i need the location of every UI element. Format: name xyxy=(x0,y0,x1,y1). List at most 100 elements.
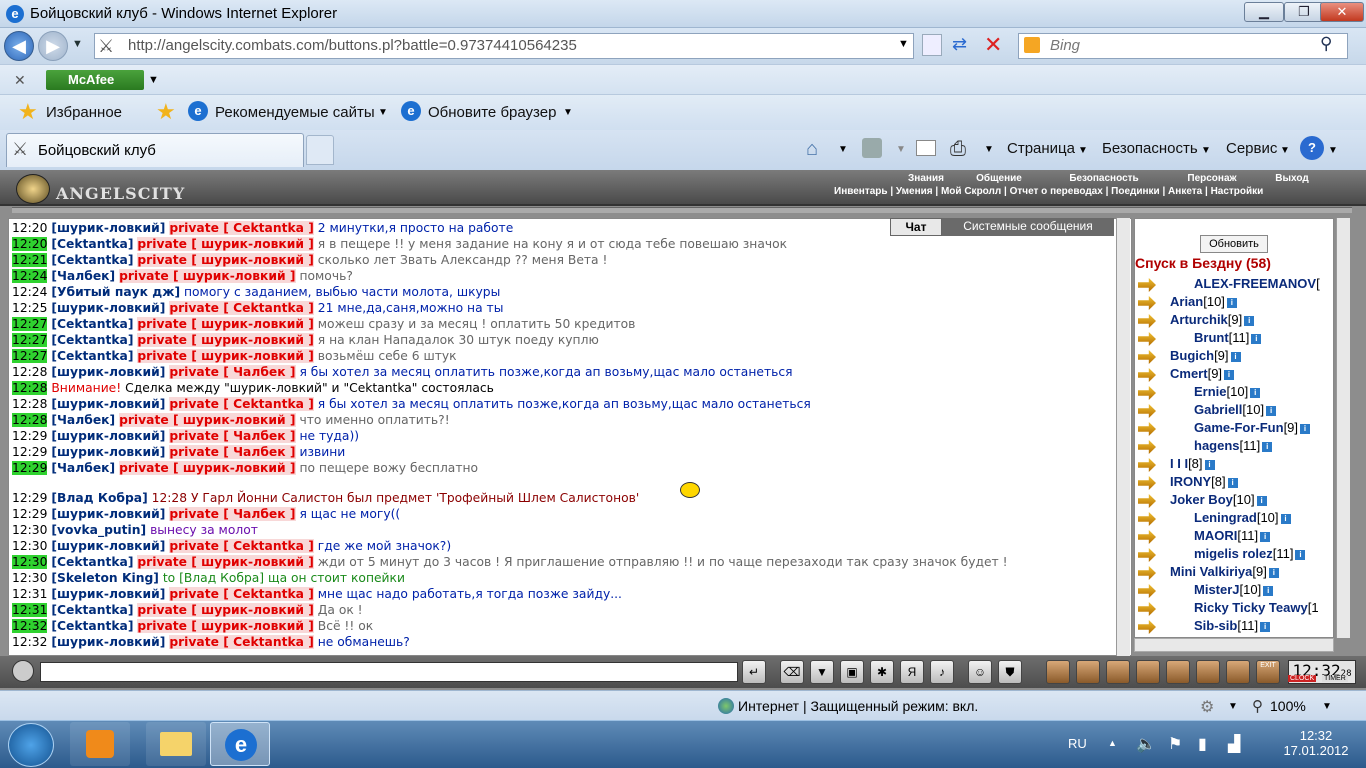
chat-nick[interactable]: [шурик-ловкий] xyxy=(51,539,165,553)
chat-private-text[interactable]: private [ шурик-ловкий ] xyxy=(137,237,314,251)
player-entry[interactable]: Brunt[11] i xyxy=(1194,330,1262,345)
chat-nick[interactable]: [vovka_putin] xyxy=(51,523,146,537)
player-entry[interactable]: migelis rolez[11] i xyxy=(1194,546,1306,561)
taskbar-media-player[interactable] xyxy=(70,722,130,766)
chat-time[interactable]: 12:20 xyxy=(12,221,47,235)
favorites-button[interactable]: Избранное xyxy=(46,104,122,121)
chat-time[interactable]: 12:27 xyxy=(12,349,48,363)
network-icon[interactable]: ▟ xyxy=(1228,734,1240,754)
player-entry[interactable]: Cmert[9] i xyxy=(1170,366,1235,381)
bag-icon[interactable] xyxy=(1046,660,1070,684)
chat-private-text[interactable]: private [ шурик-ловкий ] xyxy=(137,349,314,363)
players-hscrollbar[interactable] xyxy=(1134,638,1334,652)
chat-private-tag[interactable]: private [ Чалбек ] xyxy=(169,365,296,379)
player-entry[interactable]: Ernie[10] i xyxy=(1194,384,1261,399)
device-icon[interactable]: ▮ xyxy=(1198,734,1207,754)
smiles-icon[interactable]: ☺ xyxy=(968,660,992,684)
volume-icon[interactable]: 🔈 xyxy=(1136,734,1156,754)
flag-icon[interactable]: ⚑ xyxy=(1168,734,1182,754)
mcafee-dropdown-icon[interactable]: ▼ xyxy=(148,74,159,86)
help-icon[interactable]: ? xyxy=(1300,136,1324,160)
player-entry[interactable]: MAORI[11] i xyxy=(1194,528,1271,543)
chat-nick-text[interactable]: Чалбек xyxy=(57,461,110,475)
chat-nick-text[interactable]: Cektantka xyxy=(57,237,128,251)
chat-private-text[interactable]: private [ шурик-ловкий ] xyxy=(137,333,314,347)
chat-private-text[interactable]: private [ Чалбек ] xyxy=(169,365,296,379)
chat-nick[interactable]: [Cektantka] xyxy=(51,333,133,347)
chat-nick-text[interactable]: Cektantka xyxy=(57,253,128,267)
menu-communication[interactable]: Общение xyxy=(968,173,1030,185)
player-name[interactable]: Ricky Ticky Teawy xyxy=(1194,600,1308,615)
chat-nick[interactable]: [Чалбек] xyxy=(51,269,115,283)
chat-time[interactable]: 12:24 xyxy=(12,269,48,283)
chat-nick[interactable]: [Cektantka] xyxy=(51,603,133,617)
player-name[interactable]: Brunt xyxy=(1194,330,1229,345)
shield-icon[interactable]: ⛊ xyxy=(998,660,1022,684)
player-info-icon[interactable]: i xyxy=(1260,531,1271,542)
chat-private-text[interactable]: private [ Cektantka ] xyxy=(169,301,314,315)
player-info-icon[interactable]: i xyxy=(1250,387,1261,398)
chat-private-text[interactable]: private [ шурик-ловкий ] xyxy=(119,269,296,283)
chat-time[interactable]: 12:25 xyxy=(12,301,47,315)
chat-input[interactable] xyxy=(40,662,738,682)
chat-private-tag[interactable]: private [ Cektantka ] xyxy=(169,397,314,411)
chat-private-tag[interactable]: private [ Cektantka ] xyxy=(169,539,314,553)
chat-private-tag[interactable]: private [ Чалбек ] xyxy=(169,507,296,521)
fight-icon[interactable]: ✱ xyxy=(870,660,894,684)
chat-time[interactable]: 12:21 xyxy=(12,253,48,267)
player-info-icon[interactable]: i xyxy=(1244,315,1255,326)
chat-private-tag[interactable]: private [ Чалбек ] xyxy=(169,445,296,459)
refresh-button[interactable]: Обновить xyxy=(1200,235,1268,253)
player-name[interactable]: Bugich xyxy=(1170,348,1214,363)
chat-nick[interactable]: [Чалбек] xyxy=(51,461,115,475)
forward-button[interactable]: ▶ xyxy=(38,31,68,61)
chat-nick[interactable]: [шурик-ловкий] xyxy=(51,429,165,443)
chat-nick-text[interactable]: шурик-ловкий xyxy=(57,221,160,235)
chat-private-tag[interactable]: private [ шурик-ловкий ] xyxy=(137,333,314,347)
chat-private-tag[interactable]: private [ Cektantka ] xyxy=(169,587,314,601)
chat-time[interactable]: 12:29 xyxy=(12,507,47,521)
chat-time[interactable]: 12:28 xyxy=(12,381,48,395)
new-tab-button[interactable] xyxy=(306,135,334,165)
chat-time[interactable]: 12:27 xyxy=(12,333,48,347)
print-icon[interactable]: ⎙ xyxy=(950,138,966,161)
player-entry[interactable]: hagens[11] i xyxy=(1194,438,1273,453)
player-info-icon[interactable]: i xyxy=(1251,333,1262,344)
chat-nick-text[interactable]: шурик-ловкий xyxy=(57,397,160,411)
chat-private-text[interactable]: private [ шурик-ловкий ] xyxy=(137,253,314,267)
frame-divider[interactable] xyxy=(12,207,1352,213)
search-icon[interactable]: ⚲ xyxy=(1320,34,1332,54)
page-dropdown-icon[interactable]: ▼ xyxy=(1078,145,1088,156)
player-entry[interactable]: Gabriell[10] i xyxy=(1194,402,1277,417)
chat-time[interactable]: 12:31 xyxy=(12,587,47,601)
chat-nick[interactable]: [шурик-ловкий] xyxy=(51,397,165,411)
maximize-button[interactable]: ❐ xyxy=(1284,2,1324,22)
chat-private-text[interactable]: private [ Чалбек ] xyxy=(169,445,296,459)
player-name[interactable]: Game-For-Fun xyxy=(1194,420,1284,435)
player-name[interactable]: IRONY xyxy=(1170,474,1211,489)
chat-time[interactable]: 12:24 xyxy=(12,285,47,299)
chat-time[interactable]: 12:29 xyxy=(12,461,48,475)
home-dropdown-icon[interactable]: ▼ xyxy=(838,144,848,155)
chat-private-tag[interactable]: private [ Чалбек ] xyxy=(169,429,296,443)
player-info-icon[interactable]: i xyxy=(1226,297,1237,308)
chat-private-tag[interactable]: private [ шурик-ловкий ] xyxy=(137,555,314,569)
help-dropdown-icon[interactable]: ▼ xyxy=(1328,145,1338,156)
chat-nick[interactable]: [Cektantka] xyxy=(51,619,133,633)
player-entry[interactable]: Arian[10] i xyxy=(1170,294,1237,309)
start-button[interactable] xyxy=(8,723,54,767)
chat-nick[interactable]: [Cektantka] xyxy=(51,237,133,251)
feeds-icon[interactable] xyxy=(862,138,882,158)
chat-time[interactable]: 12:29 xyxy=(12,429,47,443)
suggested-sites-button[interactable]: Рекомендуемые сайты xyxy=(215,104,375,121)
player-entry[interactable]: Joker Boy[10] i xyxy=(1170,492,1267,507)
add-favorite-icon[interactable]: ★ xyxy=(156,99,176,125)
chat-nick[interactable]: [шурик-ловкий] xyxy=(51,635,165,649)
chat-nick-text[interactable]: шурик-ловкий xyxy=(57,539,160,553)
chat-private-text[interactable]: private [ шурик-ловкий ] xyxy=(119,461,296,475)
chat-nick[interactable]: [Cektantka] xyxy=(51,253,133,267)
search-placeholder[interactable]: Bing xyxy=(1050,37,1080,54)
chat-private-tag[interactable]: private [ шурик-ловкий ] xyxy=(137,317,314,331)
filter-icon[interactable]: ▼ xyxy=(810,660,834,684)
chat-private-text[interactable]: private [ Cektantka ] xyxy=(169,635,314,649)
